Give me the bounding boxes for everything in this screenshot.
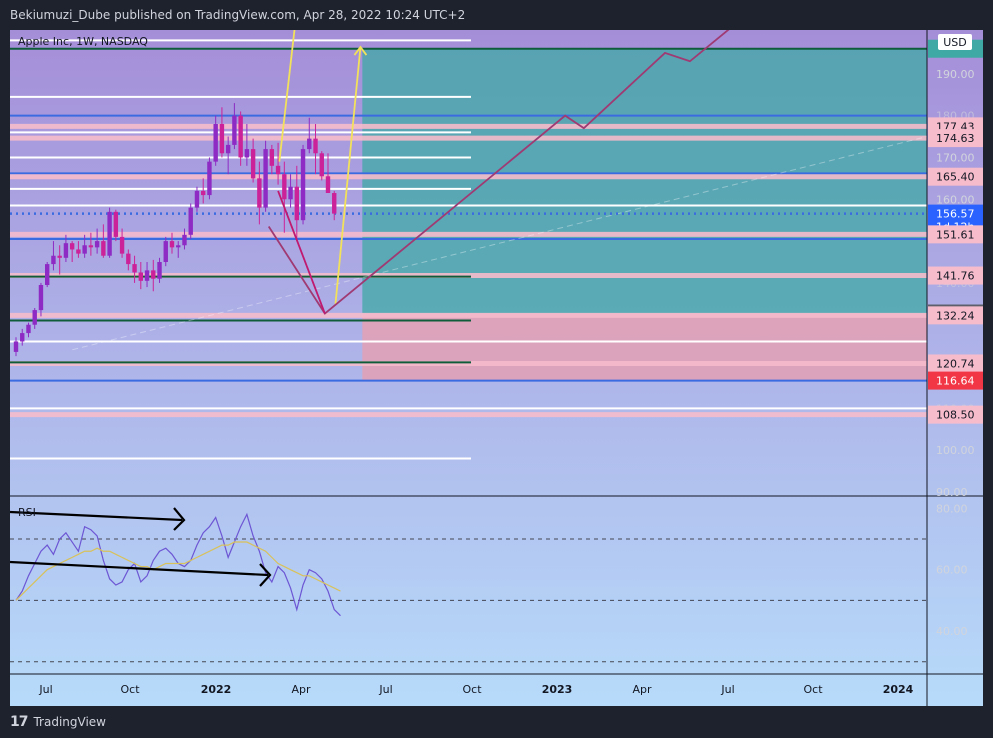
time-tick-label: Oct bbox=[462, 683, 482, 696]
candle-body bbox=[238, 115, 243, 158]
candle-body bbox=[213, 124, 218, 162]
time-tick-label: Jul bbox=[378, 683, 392, 696]
candle-body bbox=[88, 245, 94, 248]
candle-body bbox=[63, 243, 69, 258]
publisher-header: Bekiumuzi_Dube published on TradingView.… bbox=[10, 8, 466, 22]
candle-body bbox=[169, 241, 175, 248]
candle-body bbox=[69, 243, 75, 250]
candle-body bbox=[257, 178, 262, 208]
time-tick-label: Jul bbox=[720, 683, 734, 696]
time-tick-label: Oct bbox=[120, 683, 140, 696]
candle-body bbox=[151, 270, 156, 279]
price-tag-label: 108.50 bbox=[936, 409, 975, 422]
candle-body bbox=[57, 255, 62, 258]
price-tag-label: 174.63 bbox=[936, 132, 975, 145]
candle-body bbox=[82, 245, 87, 254]
rsi-tick-label: 60.00 bbox=[936, 564, 968, 577]
candle-body bbox=[325, 176, 331, 193]
price-tag-label: 141.76 bbox=[936, 270, 975, 283]
time-tick-label: 2024 bbox=[883, 683, 914, 696]
brand-name: TradingView bbox=[33, 715, 106, 729]
time-tick-label: 2023 bbox=[542, 683, 573, 696]
time-tick-label: Jul bbox=[38, 683, 52, 696]
price-tag-label: 90.00 bbox=[936, 486, 968, 499]
candle-body bbox=[282, 174, 287, 200]
price-tag-label: 170.00 bbox=[936, 151, 975, 164]
candle-body bbox=[332, 193, 337, 214]
candle-body bbox=[132, 264, 137, 273]
price-tag-label: 160.00 bbox=[936, 193, 975, 206]
currency-label: USD bbox=[943, 36, 967, 49]
candle-body bbox=[163, 241, 168, 262]
price-tag-label: 156.57 bbox=[936, 208, 975, 221]
candle-body bbox=[269, 149, 275, 166]
time-tick-label: 2022 bbox=[201, 683, 232, 696]
rsi-title: RSI bbox=[18, 506, 36, 519]
candle-body bbox=[101, 241, 106, 256]
price-tag-label: 100.00 bbox=[936, 444, 975, 457]
candle-body bbox=[119, 236, 125, 254]
candle-body bbox=[20, 333, 25, 342]
candle-body bbox=[319, 153, 324, 177]
price-tag-label: 190.00 bbox=[936, 68, 975, 81]
candle-body bbox=[144, 270, 150, 281]
candle-body bbox=[32, 310, 37, 325]
candle-body bbox=[275, 165, 281, 175]
rsi-tick-label: 40.00 bbox=[936, 625, 968, 638]
candle-body bbox=[126, 253, 131, 265]
candle-body bbox=[294, 186, 299, 221]
candle-body bbox=[113, 211, 119, 237]
price-chart[interactable]: 180.00140.00110.00177.43174.63170.00165.… bbox=[10, 30, 983, 706]
time-tick-label: Apr bbox=[291, 683, 311, 696]
candle-body bbox=[225, 144, 231, 154]
currency-badge[interactable]: USD bbox=[938, 34, 972, 50]
time-tick-label: Apr bbox=[632, 683, 652, 696]
candle-body bbox=[182, 234, 187, 246]
candle-body bbox=[45, 264, 50, 285]
candle-body bbox=[107, 211, 112, 256]
candle-body bbox=[219, 124, 225, 154]
symbol-title: Apple Inc, 1W, NASDAQ bbox=[18, 35, 148, 48]
candle-body bbox=[300, 149, 306, 221]
candle-body bbox=[176, 245, 181, 248]
stop-zone bbox=[362, 313, 927, 381]
tradingview-logo-icon: 17 bbox=[10, 714, 29, 730]
candle-body bbox=[38, 285, 44, 311]
footer-brand[interactable]: 17 TradingView bbox=[0, 706, 993, 738]
candle-body bbox=[138, 272, 143, 281]
candle-body bbox=[288, 186, 293, 200]
candle-body bbox=[13, 341, 19, 352]
time-tick-label: Oct bbox=[803, 683, 823, 696]
candle-body bbox=[244, 149, 250, 158]
candle-body bbox=[201, 190, 206, 196]
price-tag-label: 116.64 bbox=[936, 375, 975, 388]
candle-body bbox=[188, 207, 193, 235]
candle-body bbox=[313, 138, 318, 154]
price-tag-label: 132.24 bbox=[936, 309, 975, 322]
candle-body bbox=[250, 149, 256, 179]
candle-body bbox=[157, 262, 162, 279]
candle-body bbox=[207, 161, 212, 196]
price-tag-label: 151.61 bbox=[936, 228, 975, 241]
candle-body bbox=[232, 115, 237, 145]
candle-body bbox=[94, 241, 100, 248]
price-tag-label: 120.74 bbox=[936, 357, 975, 370]
candle-body bbox=[307, 138, 312, 150]
candle-body bbox=[76, 249, 81, 254]
price-tag-label: 165.40 bbox=[936, 171, 975, 184]
rsi-tick-label: 80.00 bbox=[936, 502, 968, 515]
candle-body bbox=[26, 324, 31, 334]
candle-body bbox=[194, 190, 200, 208]
candle-body bbox=[263, 149, 268, 208]
candle-body bbox=[51, 255, 56, 265]
